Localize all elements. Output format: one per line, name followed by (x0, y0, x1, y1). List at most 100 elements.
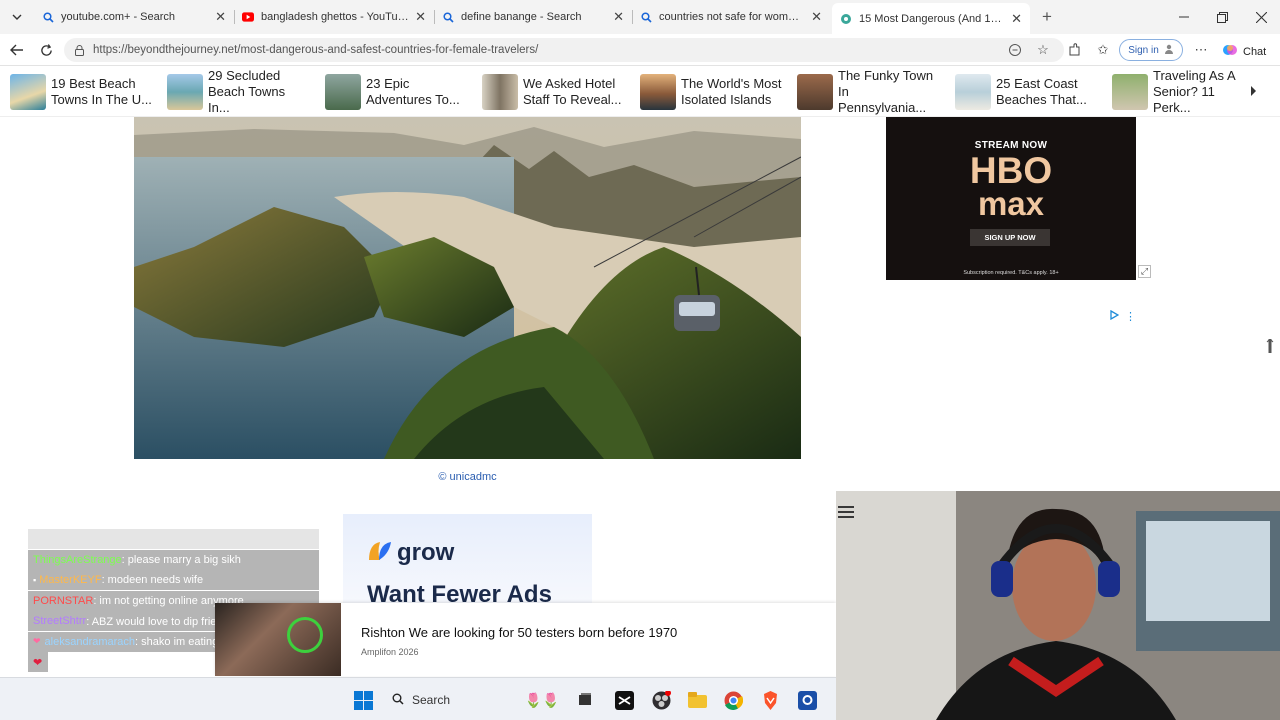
refresh-icon[interactable] (37, 41, 55, 59)
tab-youtube-search[interactable]: youtube.com+ - Search ✕ (34, 4, 234, 30)
notification-title: Rishton We are looking for 50 testers bo… (361, 625, 678, 640)
ad-fine-print: Subscription required. T&Cs apply. 18+ (963, 270, 1059, 276)
ad-signup-button[interactable]: SIGN UP NOW (970, 229, 1050, 246)
chat-line-faded (28, 529, 319, 549)
back-icon[interactable] (8, 41, 26, 59)
sponsored-notification[interactable]: Rishton We are looking for 50 testers bo… (215, 603, 836, 676)
profile-icon (1164, 44, 1174, 57)
thumbnail (640, 74, 676, 110)
related-article[interactable]: We Asked Hotel Staff To Reveal... (482, 74, 625, 110)
task-view-icon[interactable] (575, 690, 595, 710)
chat-user: MasterKEYF (39, 574, 102, 586)
close-icon[interactable]: ✕ (811, 9, 822, 25)
favorite-star-icon[interactable]: ☆ (1034, 41, 1052, 59)
ad-choices[interactable]: ⋮ (1110, 307, 1136, 325)
thumbnail (482, 74, 518, 110)
collections-icon[interactable]: ✩ (1094, 41, 1112, 59)
related-article[interactable]: 25 East Coast Beaches That... (955, 74, 1098, 110)
tab-countries-search[interactable]: countries not safe for woman - Sea ✕ (632, 4, 830, 30)
minimize-icon[interactable] (1175, 8, 1193, 26)
adchoices-icon (1110, 307, 1120, 325)
extensions-icon[interactable] (1065, 41, 1083, 59)
more-menu-icon[interactable]: ⋯ (1192, 41, 1210, 59)
related-article[interactable]: The World's Most Isolated Islands (640, 74, 783, 110)
ad-brand-bottom: max (977, 185, 1045, 222)
grow-ad[interactable]: grow Want Fewer Ads (343, 514, 592, 603)
related-article-title: 19 Best Beach Towns In The U... (51, 76, 152, 107)
address-bar[interactable]: https://beyondthejourney.net/most-danger… (64, 38, 1064, 62)
app-icon[interactable] (797, 690, 817, 710)
capcut-icon[interactable] (614, 690, 634, 710)
related-article[interactable]: Traveling As A Senior? 11 Perk... (1112, 68, 1245, 115)
reading-mode-icon[interactable] (1006, 41, 1024, 59)
close-icon[interactable]: ✕ (1011, 11, 1022, 27)
close-window-icon[interactable] (1252, 8, 1270, 26)
sign-in-button[interactable]: Sign in (1119, 39, 1183, 61)
tab-actions-icon[interactable] (8, 8, 26, 26)
brave-icon[interactable] (760, 690, 780, 710)
site-info-icon[interactable] (74, 44, 85, 56)
related-article-title: We Asked Hotel Staff To Reveal... (523, 76, 622, 107)
hero-image-rio-cable-car (134, 117, 801, 459)
tab-label: youtube.com+ - Search (61, 11, 176, 23)
chat-label: Chat (1243, 45, 1267, 58)
url-text: https://beyondthejourney.net/most-danger… (93, 44, 539, 56)
thumbnail (10, 74, 46, 110)
close-icon[interactable]: ✕ (215, 9, 226, 25)
related-article[interactable]: The Funky Town In Pennsylvania... (797, 68, 940, 115)
chat-line: ▪ MasterKEYF: modeen needs wife (28, 570, 319, 590)
tab-active-article[interactable]: 15 Most Dangerous (And 15 Safest ✕ (832, 3, 1030, 34)
obs-icon[interactable] (651, 690, 671, 710)
file-explorer-icon[interactable] (687, 690, 707, 710)
tab-youtube-video[interactable]: bangladesh ghettos - YouTube ✕ (234, 4, 434, 30)
grow-logo-text: grow (397, 539, 455, 566)
chat-user: ThingsAreStrange (33, 553, 122, 566)
tab-label: 15 Most Dangerous (And 15 Safest (859, 12, 1005, 25)
restore-icon[interactable] (1213, 8, 1231, 26)
new-tab-icon[interactable]: + (1038, 7, 1056, 26)
chat-user: StreetShtrr (33, 615, 87, 627)
chat-user: PORNSTAR (33, 594, 94, 607)
chat-line: ThingsAreStrange: please marry a big sik… (28, 549, 319, 570)
related-article[interactable]: 29 Secluded Beach Towns In... (167, 68, 310, 115)
badge-icon: ❤ (33, 636, 41, 646)
ad-menu-icon[interactable]: ⋮ (1125, 310, 1136, 323)
taskbar-search-label: Search (412, 693, 451, 707)
ad-expand-icon[interactable]: ⤢ (1138, 265, 1151, 278)
hbo-max-ad[interactable]: STREAM NOW HBO max SIGN UP NOW Subscript… (886, 117, 1136, 280)
chrome-icon[interactable] (723, 690, 743, 710)
search-icon (640, 11, 652, 23)
search-icon (442, 11, 454, 23)
search-icon (392, 693, 404, 708)
thumbnail (325, 74, 361, 110)
close-icon[interactable]: ✕ (613, 9, 624, 25)
hamburger-menu-icon[interactable] (838, 505, 856, 519)
grow-headline: Want Fewer Ads (367, 581, 552, 603)
sign-in-label: Sign in (1128, 44, 1159, 56)
tulips-widget-icon[interactable]: 🌷🌷 (522, 690, 562, 710)
site-icon (840, 13, 852, 25)
notification-thumbnail (215, 603, 341, 676)
windows-taskbar: Search 🌷🌷 (0, 677, 836, 720)
grow-logo-icon (367, 540, 393, 567)
close-icon[interactable]: ✕ (415, 9, 426, 25)
copilot-icon (1222, 42, 1238, 61)
copilot-chat-button[interactable]: Chat (1222, 42, 1266, 61)
thumbnail (167, 74, 203, 110)
tab-label: define banange - Search (461, 11, 582, 23)
related-article[interactable]: 23 Epic Adventures To... (325, 74, 468, 110)
youtube-icon (242, 11, 254, 23)
chat-line: ❤ (28, 652, 48, 672)
windows-start-icon[interactable] (353, 690, 373, 710)
related-articles-strip: 19 Best Beach Towns In The U... 29 Seclu… (0, 67, 1280, 117)
chevron-right-icon[interactable] (1244, 82, 1262, 100)
tab-define-search[interactable]: define banange - Search ✕ (434, 4, 632, 30)
taskbar-search[interactable]: Search (386, 687, 516, 713)
related-article-title: 29 Secluded Beach Towns In... (208, 68, 286, 115)
image-credit-link[interactable]: © unicadmc (134, 471, 801, 483)
related-article[interactable]: 19 Best Beach Towns In The U... (10, 74, 153, 110)
related-article-title: The Funky Town In Pennsylvania... (838, 68, 934, 115)
highlight-circle (287, 617, 323, 653)
tab-strip: youtube.com+ - Search ✕ bangladesh ghett… (0, 0, 1280, 34)
search-icon (42, 11, 54, 23)
